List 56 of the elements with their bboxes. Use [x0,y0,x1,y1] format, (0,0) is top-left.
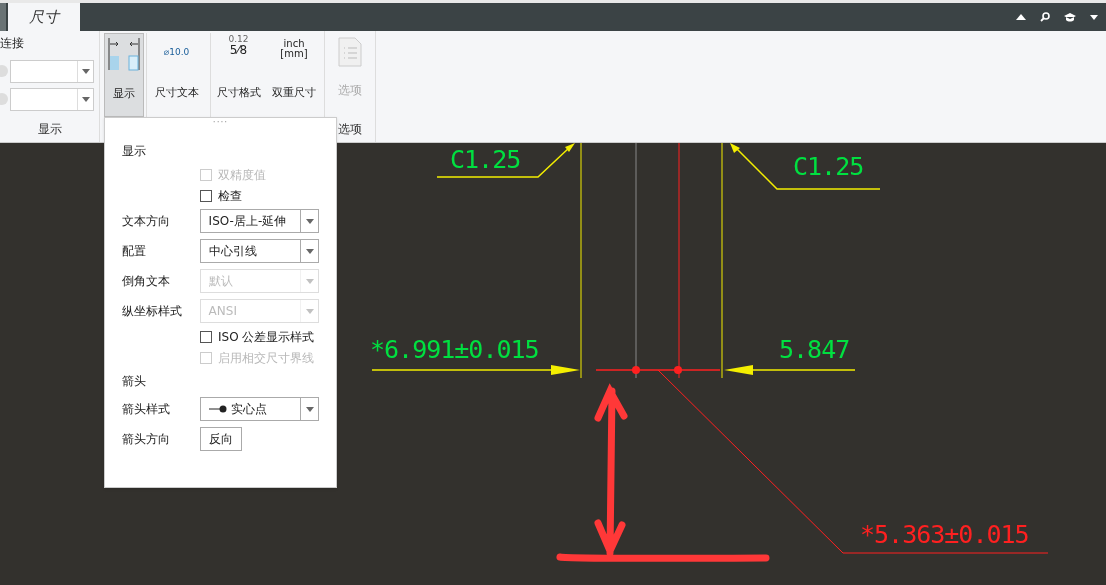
icon-text: [mm] [280,49,308,59]
group-label: 显示 [36,121,63,138]
caret-icon [81,96,90,102]
reverse-button[interactable]: 反向 [200,427,242,451]
caret-icon [305,406,314,412]
caret-icon [305,218,314,224]
field-label: 倒角文本 [122,273,171,290]
ribbon-tab[interactable]: 尺寸 [8,3,80,31]
dropdown[interactable]: 中心引线 [199,239,319,263]
dropdown-value: ANSI [207,303,238,320]
document-list-icon [338,37,362,67]
icon-text: 0.12 [228,35,249,44]
ribbon-button[interactable]: 显示 [104,33,144,117]
checkbox-label: 启用相交尺寸界线 [218,349,314,367]
icon-text: 5⁄8 [229,44,248,56]
field-label: 纵坐标样式 [122,303,183,320]
caret-icon [305,308,314,314]
icon-text: inch [283,39,305,49]
dimension-text: 5.847 [779,337,850,362]
group-heading: 连接 [0,35,25,52]
dimension-text: C1.25 [450,147,521,172]
caret-icon [305,278,314,284]
dimension-text: *5.363±0.015 [860,522,1029,547]
solid-dot-arrow-icon [208,405,227,413]
dropdown[interactable] [10,87,94,111]
caret-icon [81,68,90,74]
icon-text: ⌀10.0 [163,46,190,60]
group-label: 选项 [337,121,363,138]
dropdown-value: 实心点 [200,400,300,418]
dropdown-value: 中心引线 [207,243,258,260]
checkbox-label: 双精度值 [218,166,266,184]
checkbox[interactable] [200,330,212,343]
dropdown[interactable] [10,59,94,83]
graduation-cap-icon[interactable] [1064,12,1076,22]
section-heading: 显示 [122,143,147,160]
dropdown[interactable]: 实心点 [199,397,319,421]
field-label: 文本方向 [122,213,171,230]
dropdown-value: 默认 [207,273,234,290]
dropdown[interactable]: ISO-居上-延伸 [199,209,319,233]
checkbox-label: ISO 公差显示样式 [218,328,315,346]
dimension-text: *6.991±0.015 [370,337,539,362]
field-label: 箭头方向 [122,431,171,448]
tab-handle[interactable] [0,3,6,31]
field-label: 箭头样式 [122,401,171,418]
checkbox[interactable] [200,189,212,202]
collapse-icon[interactable] [1016,14,1026,20]
caret-icon [305,248,314,254]
ribbon-button[interactable]: inch [mm] 双重尺寸 [266,33,322,117]
dropdown-value: ISO-居上-延伸 [207,213,288,230]
checkbox-label: 检查 [218,187,242,205]
search-icon[interactable] [1040,12,1050,22]
section-heading: 箭头 [122,373,147,390]
field-label: 配置 [122,243,147,260]
dimension-display-icon [107,36,141,72]
caret-icon[interactable] [1090,14,1098,20]
dimension-text: C1.25 [793,154,864,179]
